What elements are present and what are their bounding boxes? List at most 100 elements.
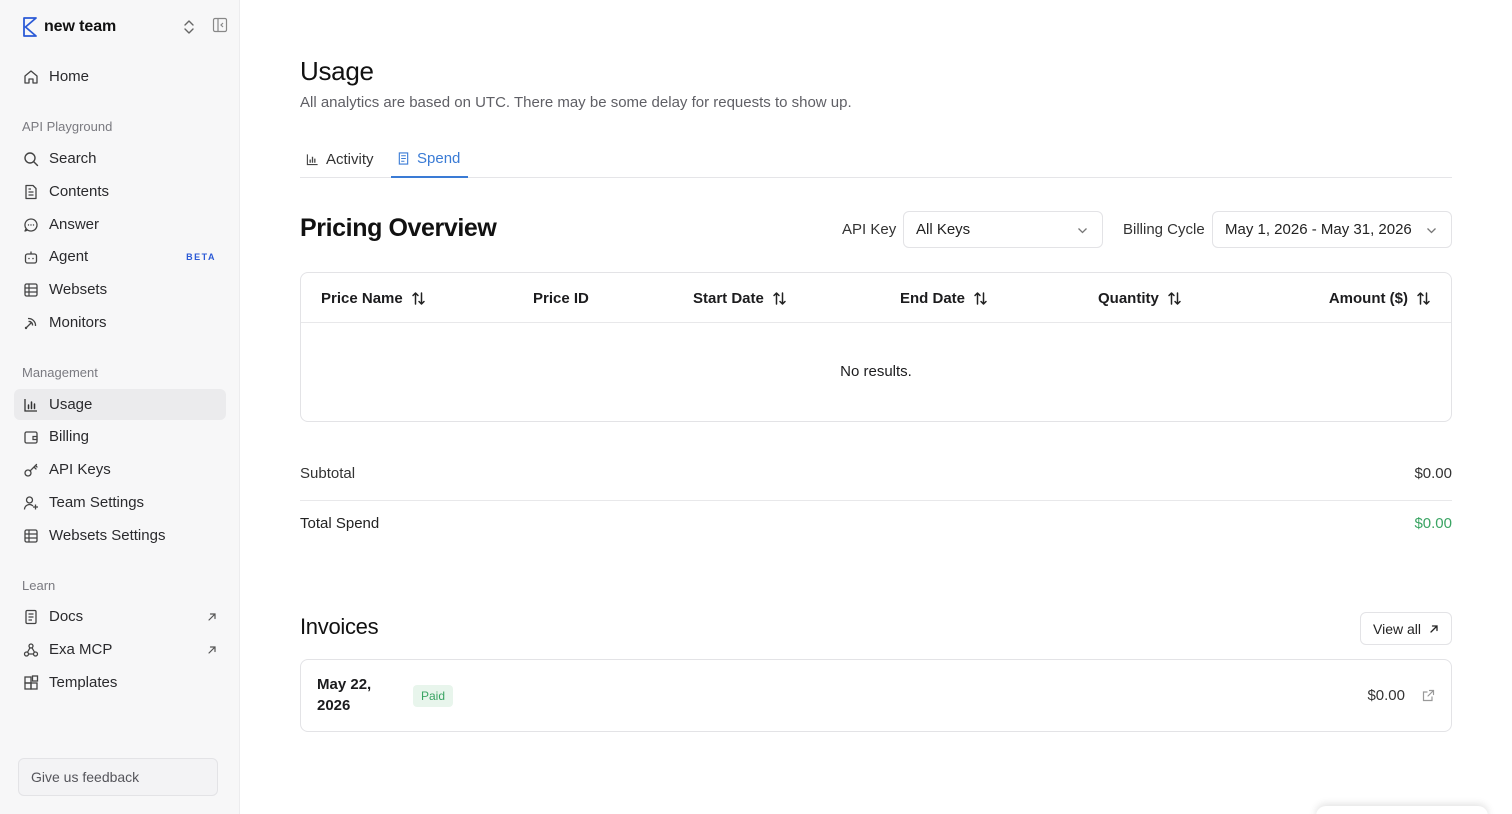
bar-chart-icon <box>306 153 318 165</box>
sidebar-item-templates[interactable]: Templates <box>14 667 226 698</box>
column-header-start-date[interactable]: Start Date <box>693 290 787 307</box>
total-spend-label: Total Spend <box>300 515 380 532</box>
sidebar-item-websets[interactable]: Websets <box>14 274 226 305</box>
column-header-label: Price ID <box>533 290 589 307</box>
sidebar-item-billing[interactable]: Billing <box>14 421 226 452</box>
webhook-icon <box>22 641 39 658</box>
sidebar-item-exa-mcp[interactable]: Exa MCP <box>14 634 226 665</box>
column-header-quantity[interactable]: Quantity <box>1098 290 1182 307</box>
arrow-up-right-icon <box>208 612 216 621</box>
column-header-label: Price Name <box>321 290 403 307</box>
sidebar-item-home[interactable]: Home <box>14 61 226 92</box>
sidebar-item-label: Contents <box>49 183 110 200</box>
message-circle-icon <box>22 216 39 233</box>
chevron-down-icon <box>1078 228 1087 234</box>
billing-cycle-select-value: May 1, 2026 - May 31, 2026 <box>1225 221 1412 238</box>
sidebar-item-label: Home <box>49 68 90 85</box>
grid-table-icon <box>22 527 39 544</box>
total-spend-value: $0.00 <box>1414 515 1452 532</box>
column-header-end-date[interactable]: End Date <box>900 290 988 307</box>
file-text-icon <box>22 183 39 200</box>
chat-widget[interactable] <box>1316 806 1488 814</box>
subtotal-label: Subtotal <box>300 465 356 482</box>
tab-activity[interactable]: Activity <box>300 146 382 178</box>
main-content: Usage All analytics are based on UTC. Th… <box>300 0 1452 814</box>
search-icon <box>22 150 39 167</box>
tab-spend[interactable]: Spend <box>391 146 469 178</box>
sidebar-item-label: Monitors <box>49 314 107 331</box>
section-label-learn: Learn <box>22 578 56 593</box>
column-header-label: Start Date <box>693 290 764 307</box>
radar-icon <box>22 314 39 331</box>
column-header-price-name[interactable]: Price Name <box>321 290 426 307</box>
sort-icon[interactable] <box>411 291 426 306</box>
receipt-icon <box>398 151 409 165</box>
sidebar-item-usage[interactable]: Usage <box>14 389 226 420</box>
tabs-bar: Activity Spend <box>300 146 1452 178</box>
invoice-date: May 22, 2026 <box>317 676 372 714</box>
sidebar-item-label: Docs <box>49 608 84 625</box>
sort-icon[interactable] <box>772 291 787 306</box>
sidebar-item-label: Agent <box>49 248 89 265</box>
divider <box>300 500 1452 501</box>
team-switcher[interactable]: new team <box>22 14 228 40</box>
billing-cycle-select[interactable]: May 1, 2026 - May 31, 2026 <box>1212 211 1452 248</box>
bot-icon <box>22 248 39 265</box>
section-label-management: Management <box>22 365 98 380</box>
status-badge: Paid <box>413 685 454 707</box>
sidebar-item-label: Search <box>49 150 97 167</box>
column-header-label: Amount ($) <box>1328 290 1408 307</box>
sidebar-item-search[interactable]: Search <box>14 143 226 174</box>
blocks-icon <box>22 674 39 691</box>
pricing-overview-title: Pricing Overview <box>300 214 497 242</box>
sidebar-item-label: Billing <box>49 428 90 445</box>
bar-chart-icon <box>22 396 39 413</box>
beta-badge: BETA <box>186 251 216 262</box>
page-title: Usage <box>300 56 374 86</box>
billing-cycle-label: Billing Cycle <box>1123 221 1205 238</box>
api-key-select-value: All Keys <box>916 221 971 238</box>
sidebar-item-contents[interactable]: Contents <box>14 176 226 207</box>
external-link-icon[interactable] <box>1422 689 1435 702</box>
sort-icon[interactable] <box>973 291 988 306</box>
table-header: Price Name Price ID Start Date End Date … <box>301 273 1451 323</box>
page-subtitle: All analytics are based on UTC. There ma… <box>300 94 852 111</box>
pricing-table: Price Name Price ID Start Date End Date … <box>300 272 1452 422</box>
feedback-input[interactable]: Give us feedback <box>18 758 218 796</box>
user-plus-icon <box>22 494 39 511</box>
sidebar-item-docs[interactable]: Docs <box>14 601 226 632</box>
invoice-amount: $0.00 <box>1367 687 1405 704</box>
sidebar-item-team-settings[interactable]: Team Settings <box>14 487 226 518</box>
sidebar-item-label: Usage <box>49 396 93 413</box>
sidebar-item-label: API Keys <box>49 461 111 478</box>
api-key-select[interactable]: All Keys <box>903 211 1103 248</box>
sidebar-item-label: Templates <box>49 674 118 691</box>
team-name: new team <box>44 18 117 35</box>
sidebar-item-websets-settings[interactable]: Websets Settings <box>14 520 226 551</box>
invoices-title: Invoices <box>300 614 379 639</box>
invoice-row[interactable]: May 22, 2026 Paid $0.00 <box>300 659 1452 732</box>
column-header-price-id: Price ID <box>533 290 589 307</box>
view-all-button[interactable]: View all <box>1360 612 1452 645</box>
sidebar-item-label: Answer <box>49 216 100 233</box>
sort-icon[interactable] <box>1416 291 1431 306</box>
sidebar-item-monitors[interactable]: Monitors <box>14 307 226 338</box>
sidebar-collapse-icon[interactable] <box>212 17 228 33</box>
home-icon <box>22 68 39 85</box>
sidebar-item-answer[interactable]: Answer <box>14 209 226 240</box>
chevron-down-icon <box>1427 228 1436 234</box>
sort-icon[interactable] <box>1167 291 1182 306</box>
column-header-amount[interactable]: Amount ($) <box>1329 290 1431 307</box>
arrow-up-right-icon <box>1430 624 1438 633</box>
column-header-label: End Date <box>900 290 966 307</box>
grid-table-icon <box>22 281 39 298</box>
sidebar-item-api-keys[interactable]: API Keys <box>14 454 226 485</box>
chevrons-up-down-icon[interactable] <box>182 19 196 35</box>
sidebar-item-agent[interactable]: Agent BETA <box>14 241 226 272</box>
table-empty-state: No results. <box>840 363 912 380</box>
sidebar: new team Home API Playground Search Cont… <box>0 0 240 814</box>
section-label-playground: API Playground <box>22 119 113 134</box>
view-all-label: View all <box>1373 620 1421 637</box>
exa-logo-icon <box>23 17 37 37</box>
book-icon <box>22 608 39 625</box>
